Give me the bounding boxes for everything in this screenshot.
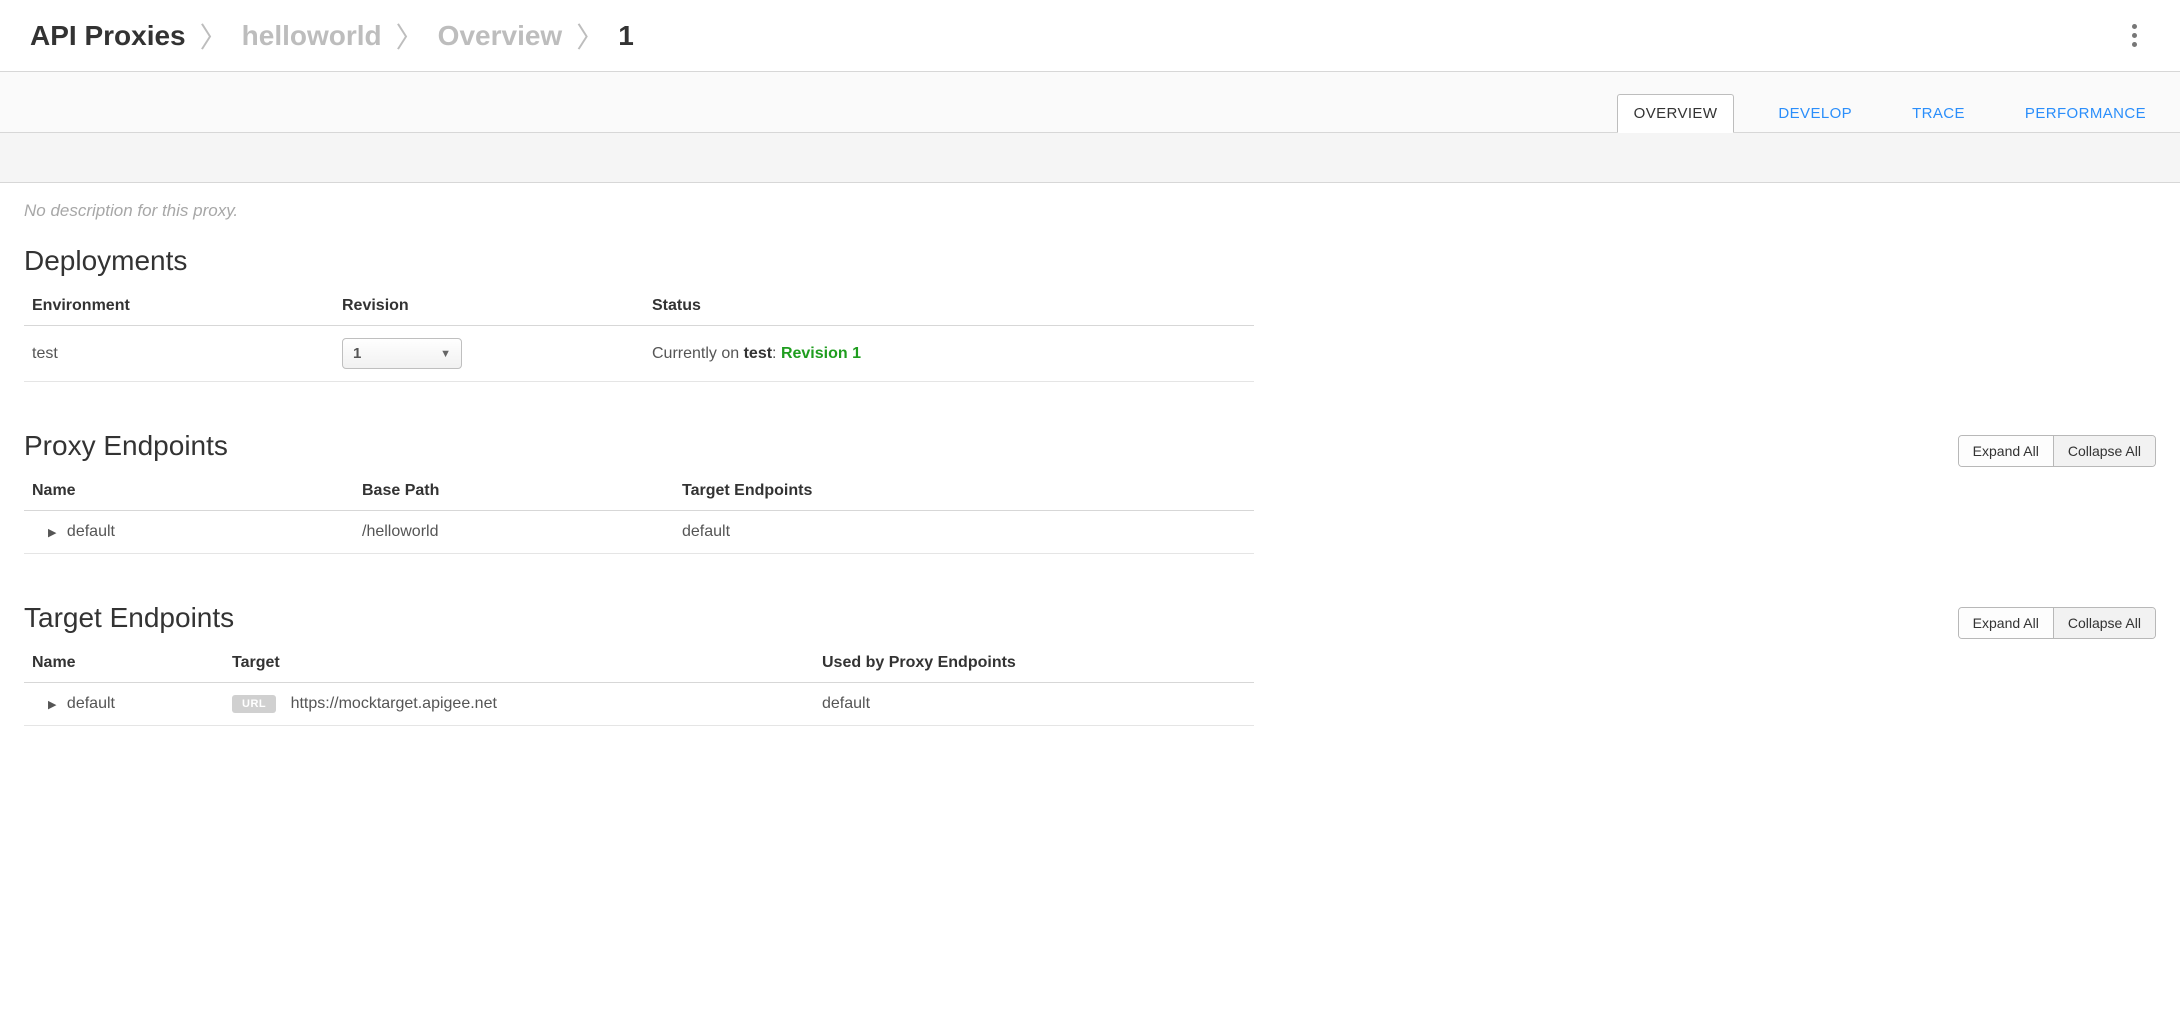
- cell-target-endpoints: default: [674, 511, 1254, 554]
- table-row[interactable]: ▶ default /helloworld default: [24, 511, 1254, 554]
- section-title-deployments: Deployments: [24, 245, 2156, 277]
- header-bar: API Proxies 〉 helloworld 〉 Overview 〉 1: [0, 0, 2180, 72]
- caret-down-icon: ▼: [440, 348, 451, 360]
- col-target: Target: [224, 644, 814, 683]
- cell-used-by: default: [814, 683, 1254, 726]
- col-target-endpoints: Target Endpoints: [674, 472, 1254, 511]
- target-endpoints-table: Name Target Used by Proxy Endpoints ▶ de…: [24, 644, 1254, 726]
- tab-performance[interactable]: PERFORMANCE: [2009, 95, 2162, 132]
- chevron-right-icon: 〉: [576, 16, 604, 56]
- content-area: No description for this proxy. Deploymen…: [0, 183, 2180, 766]
- status-revision: Revision 1: [781, 345, 861, 362]
- cell-name: default: [67, 695, 115, 712]
- section-title-proxy-endpoints: Proxy Endpoints: [24, 430, 228, 462]
- target-endpoints-expand-group: Expand All Collapse All: [1958, 607, 2156, 639]
- cell-environment: test: [24, 326, 334, 382]
- breadcrumb: API Proxies 〉 helloworld 〉 Overview 〉 1: [30, 16, 634, 56]
- proxy-endpoints-expand-group: Expand All Collapse All: [1958, 435, 2156, 467]
- disclosure-triangle-icon[interactable]: ▶: [48, 698, 56, 711]
- col-used-by: Used by Proxy Endpoints: [814, 644, 1254, 683]
- col-name: Name: [24, 644, 224, 683]
- col-environment: Environment: [24, 287, 334, 326]
- revision-dropdown[interactable]: 1 ▼: [342, 338, 462, 369]
- expand-all-button[interactable]: Expand All: [1959, 608, 2053, 638]
- section-title-target-endpoints: Target Endpoints: [24, 602, 234, 634]
- expand-all-button[interactable]: Expand All: [1959, 436, 2053, 466]
- breadcrumb-proxy[interactable]: helloworld: [242, 20, 382, 52]
- revision-dropdown-value: 1: [353, 345, 361, 362]
- tab-overview[interactable]: OVERVIEW: [1617, 94, 1735, 133]
- disclosure-triangle-icon[interactable]: ▶: [48, 526, 56, 539]
- cell-status: Currently on test: Revision 1: [644, 326, 1254, 382]
- status-sep: :: [772, 345, 781, 362]
- col-status: Status: [644, 287, 1254, 326]
- col-revision: Revision: [334, 287, 644, 326]
- breadcrumb-root[interactable]: API Proxies: [30, 20, 186, 52]
- cell-base-path: /helloworld: [354, 511, 674, 554]
- collapse-all-button[interactable]: Collapse All: [2053, 608, 2155, 638]
- chevron-right-icon: 〉: [396, 16, 424, 56]
- sub-header-band: [0, 133, 2180, 183]
- col-name: Name: [24, 472, 354, 511]
- proxy-endpoints-table: Name Base Path Target Endpoints ▶ defaul…: [24, 472, 1254, 554]
- cell-name: default: [67, 523, 115, 540]
- more-menu-button[interactable]: [2118, 20, 2150, 52]
- chevron-right-icon: 〉: [200, 16, 228, 56]
- tab-trace[interactable]: TRACE: [1896, 95, 1981, 132]
- deployments-table: Environment Revision Status test 1 ▼ Cur…: [24, 287, 1254, 382]
- cell-target-url: https://mocktarget.apigee.net: [291, 695, 497, 712]
- status-env: test: [744, 345, 772, 362]
- tab-strip: OVERVIEW DEVELOP TRACE PERFORMANCE: [0, 72, 2180, 133]
- url-badge: URL: [232, 695, 276, 713]
- status-prefix: Currently on: [652, 345, 744, 362]
- table-row[interactable]: ▶ default URL https://mocktarget.apigee.…: [24, 683, 1254, 726]
- collapse-all-button[interactable]: Collapse All: [2053, 436, 2155, 466]
- tab-develop[interactable]: DEVELOP: [1762, 95, 1868, 132]
- col-base-path: Base Path: [354, 472, 674, 511]
- proxy-description-placeholder: No description for this proxy.: [24, 201, 2156, 221]
- table-row: test 1 ▼ Currently on test: Revision 1: [24, 326, 1254, 382]
- breadcrumb-section[interactable]: Overview: [438, 20, 563, 52]
- breadcrumb-revision: 1: [618, 20, 634, 52]
